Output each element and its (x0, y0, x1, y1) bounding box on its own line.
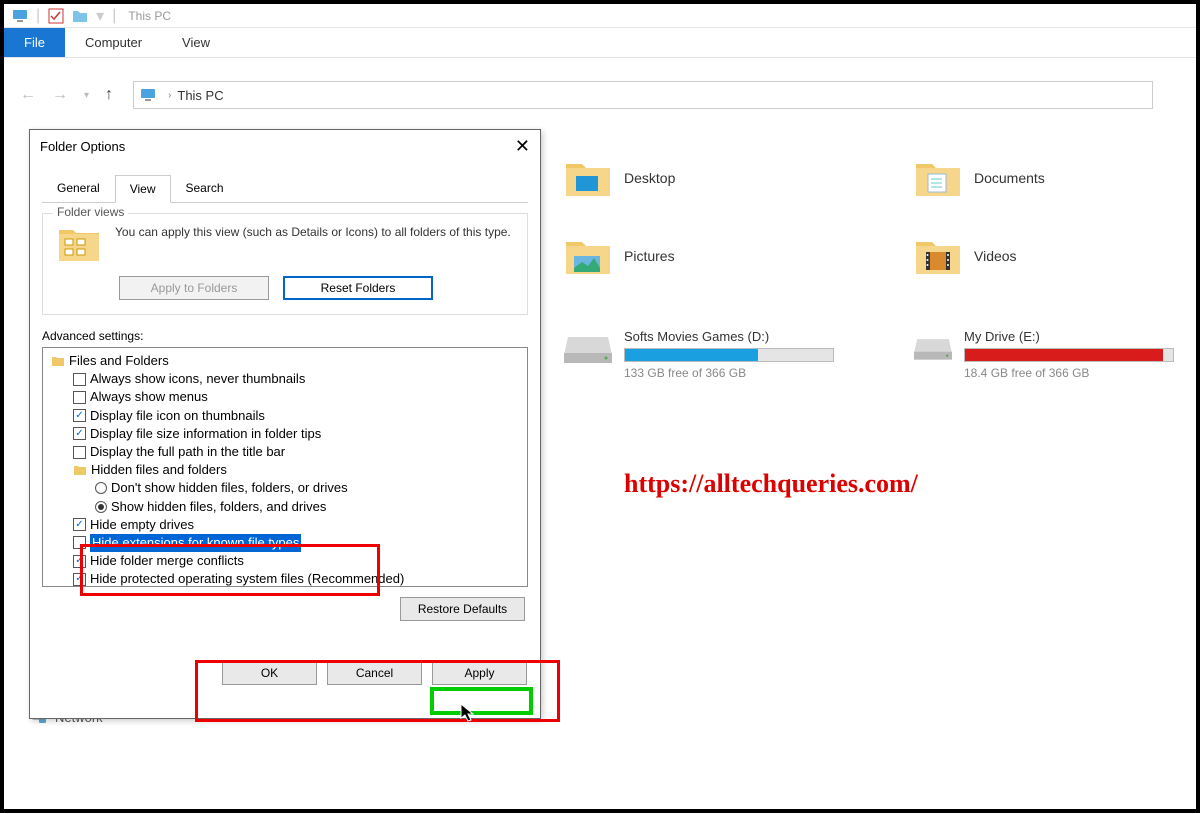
properties-icon[interactable] (48, 8, 64, 24)
checkbox[interactable] (73, 518, 86, 531)
address-text: This PC (177, 88, 223, 103)
radio[interactable] (95, 482, 107, 494)
dialog-tabs: General View Search (42, 174, 528, 203)
drive-icon (914, 329, 952, 365)
folder-label: Videos (974, 248, 1017, 264)
tree-item[interactable]: Always show menus (45, 388, 525, 406)
drives-grid: Softs Movies Games (D:) 133 GB free of 3… (564, 329, 1174, 380)
drive-e[interactable]: My Drive (E:) 18.4 GB free of 366 GB (914, 329, 1174, 380)
folder-views-legend: Folder views (53, 205, 128, 219)
drive-icon (564, 329, 612, 365)
radio[interactable] (95, 501, 107, 513)
tab-view[interactable]: View (162, 28, 230, 57)
nav-dropdown-icon[interactable]: ▾ (80, 86, 93, 105)
tab-search[interactable]: Search (171, 174, 239, 202)
advanced-settings-label: Advanced settings: (42, 329, 528, 343)
nav-up-icon[interactable]: ↑ (101, 82, 117, 108)
videos-folder-icon (914, 232, 962, 280)
folder-views-text: You can apply this view (such as Details… (115, 224, 511, 266)
folder-videos[interactable]: Videos (914, 232, 1174, 280)
tab-general[interactable]: General (42, 174, 115, 202)
folder-label: Desktop (624, 170, 675, 186)
ok-button[interactable]: OK (222, 661, 317, 685)
address-bar[interactable]: › This PC (133, 81, 1153, 109)
nav-back-icon[interactable]: ← (16, 82, 40, 108)
window-title: This PC (128, 9, 171, 23)
checkbox[interactable] (73, 536, 86, 549)
folder-icon (73, 463, 87, 477)
folder-pictures[interactable]: Pictures (564, 232, 864, 280)
drive-usage-bar (964, 348, 1174, 362)
content-area: Desktop Documents Pictures Videos Softs (4, 114, 1196, 814)
tree-item[interactable]: Always show icons, never thumbnails (45, 370, 525, 388)
dialog-buttons: OK Cancel Apply (222, 661, 528, 685)
annotation-green-box (430, 687, 533, 715)
desktop-folder-icon (564, 154, 612, 202)
tree-item[interactable]: Hide folder merge conflicts (45, 552, 525, 570)
checkbox[interactable] (73, 446, 86, 459)
dialog-title-bar[interactable]: Folder Options ✕ (30, 130, 540, 162)
folder-label: Pictures (624, 248, 675, 264)
folder-views-icon (55, 224, 103, 266)
tree-item-hide-extensions[interactable]: Hide extensions for known file types (45, 534, 525, 552)
checkbox[interactable] (73, 373, 86, 386)
checkbox[interactable] (73, 573, 86, 586)
checkbox[interactable] (73, 427, 86, 440)
tree-item[interactable]: Display file icon on thumbnails (45, 407, 525, 425)
new-folder-icon[interactable] (72, 8, 88, 24)
tree-item[interactable]: Hide empty drives (45, 516, 525, 534)
dialog-title: Folder Options (40, 139, 125, 154)
drive-free-text: 18.4 GB free of 366 GB (964, 366, 1174, 380)
folder-views-group: Folder views You can apply this view (su… (42, 213, 528, 315)
tree-item[interactable]: Show hidden files, folders, and drives (45, 498, 525, 516)
separator: | (36, 7, 40, 25)
pc-icon (12, 8, 28, 24)
documents-folder-icon (914, 154, 962, 202)
folder-documents[interactable]: Documents (914, 154, 1174, 202)
tree-group: Hidden files and folders (45, 461, 525, 479)
title-bar: | ▾ | This PC (4, 4, 1196, 28)
folder-icon (51, 354, 65, 368)
restore-defaults-button[interactable]: Restore Defaults (400, 597, 525, 621)
drive-d[interactable]: Softs Movies Games (D:) 133 GB free of 3… (564, 329, 864, 380)
checkbox[interactable] (73, 409, 86, 422)
tab-file[interactable]: File (4, 28, 65, 57)
tree-root: Files and Folders (45, 352, 525, 370)
drive-usage-bar (624, 348, 834, 362)
cancel-button[interactable]: Cancel (327, 661, 422, 685)
folders-grid: Desktop Documents Pictures Videos (564, 154, 1174, 280)
pictures-folder-icon (564, 232, 612, 280)
separator: | (112, 7, 116, 25)
reset-folders-button[interactable]: Reset Folders (283, 276, 433, 300)
checkbox[interactable] (73, 555, 86, 568)
apply-to-folders-button: Apply to Folders (119, 276, 269, 300)
ribbon-tabs: File Computer View (4, 28, 1196, 58)
folder-desktop[interactable]: Desktop (564, 154, 864, 202)
close-icon[interactable]: ✕ (515, 136, 530, 157)
apply-button[interactable]: Apply (432, 661, 527, 685)
separator: ▾ (96, 6, 104, 26)
drive-name: Softs Movies Games (D:) (624, 329, 834, 344)
tab-view[interactable]: View (115, 175, 171, 203)
tree-item[interactable]: Hide protected operating system files (R… (45, 570, 525, 587)
tree-item[interactable]: Display the full path in the title bar (45, 443, 525, 461)
drive-name: My Drive (E:) (964, 329, 1174, 344)
nav-forward-icon: → (48, 82, 72, 108)
tree-item[interactable]: Display file size information in folder … (45, 425, 525, 443)
folder-options-dialog: Folder Options ✕ General View Search Fol… (29, 129, 541, 719)
watermark-text: https://alltechqueries.com/ (624, 469, 918, 499)
tab-computer[interactable]: Computer (65, 28, 162, 57)
pc-icon (140, 87, 156, 103)
folder-label: Documents (974, 170, 1045, 186)
cursor-icon (460, 703, 476, 723)
chevron-right-icon[interactable]: › (168, 90, 171, 101)
checkbox[interactable] (73, 391, 86, 404)
drive-free-text: 133 GB free of 366 GB (624, 366, 834, 380)
navigation-bar: ← → ▾ ↑ › This PC (4, 76, 1196, 114)
tree-item[interactable]: Don't show hidden files, folders, or dri… (45, 479, 525, 497)
advanced-settings-tree[interactable]: Files and Folders Always show icons, nev… (42, 347, 528, 587)
